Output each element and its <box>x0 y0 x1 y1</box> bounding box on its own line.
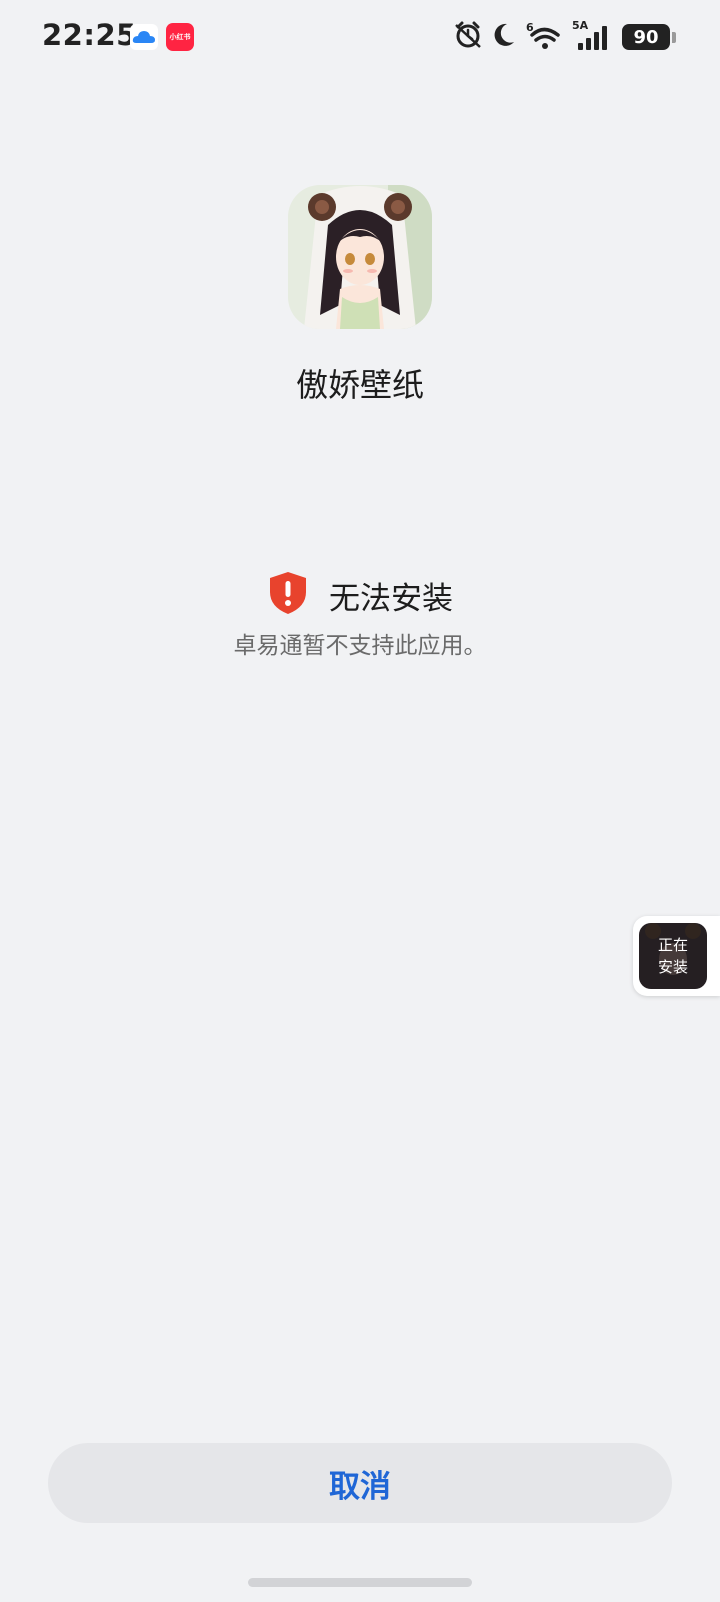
status-time: 22:25 <box>42 18 137 52</box>
install-status-title: 无法安装 <box>329 580 453 617</box>
battery-indicator: 90 <box>622 24 670 50</box>
battery-tip <box>672 31 676 43</box>
installing-float-bubble[interactable]: 正在 安装 <box>633 916 720 996</box>
status-icons: 6 5A 90 <box>444 19 676 54</box>
installing-label-line1: 正在 <box>657 936 688 954</box>
cloud-icon <box>130 24 158 50</box>
wifi-icon: 6 <box>526 21 562 51</box>
app-name: 傲娇壁纸 <box>295 366 424 404</box>
status-bar: 22:25 小红书 6 5A 90 <box>0 0 720 76</box>
installing-label-line2: 安装 <box>657 958 688 976</box>
home-indicator[interactable] <box>248 1578 472 1587</box>
cancel-button[interactable]: 取消 <box>48 1443 672 1523</box>
app-icon <box>288 185 432 329</box>
install-status-description: 卓易通暂不支持此应用。 <box>233 633 487 659</box>
install-status-row: 无法安装 <box>0 570 720 620</box>
moon-icon <box>492 22 516 52</box>
signal-icon: 5A <box>572 19 612 51</box>
shield-alert-icon <box>267 570 309 620</box>
installing-app-thumbnail: 正在 安装 <box>639 923 707 989</box>
xiaohongshu-icon: 小红书 <box>166 23 194 51</box>
alarm-icon <box>454 21 482 53</box>
